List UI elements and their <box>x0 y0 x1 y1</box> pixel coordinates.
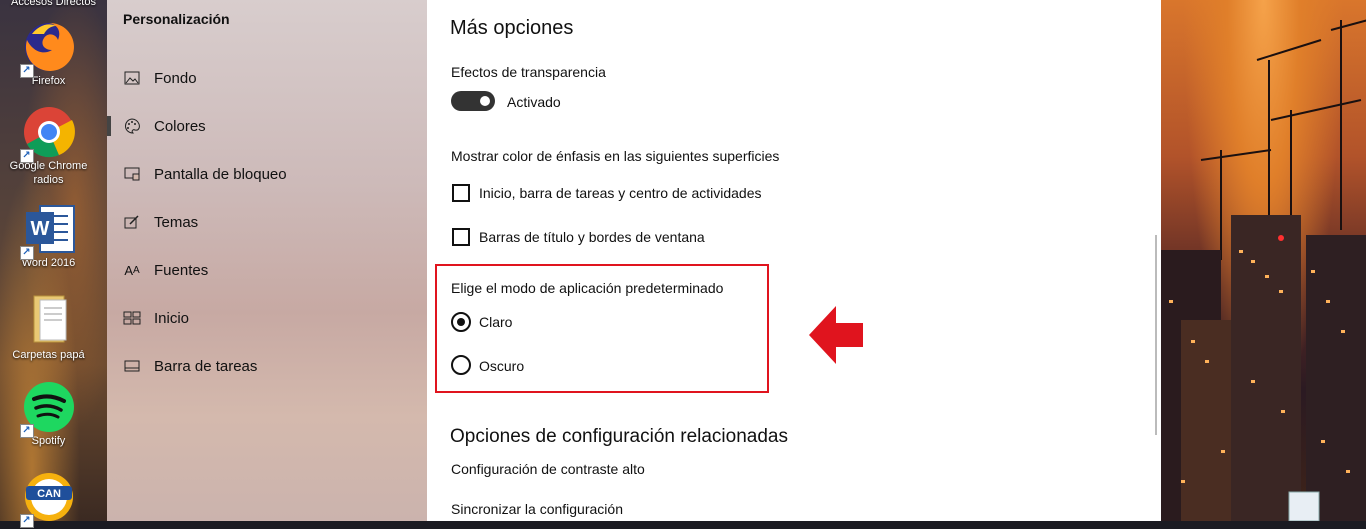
sidebar-item-inicio[interactable]: Inicio <box>107 298 427 338</box>
sidebar-title: Personalización <box>123 11 230 27</box>
transparency-toggle[interactable] <box>451 91 495 111</box>
folder-icon <box>22 294 76 348</box>
sync-settings-link[interactable]: Sincronizar la configuración <box>451 501 623 517</box>
font-icon: AA <box>124 262 140 278</box>
sidebar-item-label: Barra de tareas <box>154 357 258 375</box>
start-taskbar-checkbox-label[interactable]: Inicio, barra de tareas y centro de acti… <box>479 185 762 201</box>
desktop-shortcut-can[interactable]: CAN ↗ <box>0 470 97 528</box>
sidebar-item-pantalla-bloqueo[interactable]: Pantalla de bloqueo <box>107 154 427 194</box>
taskbar-icon <box>122 360 142 372</box>
brush-icon <box>122 214 142 230</box>
word-icon: W ↗ <box>19 202 76 260</box>
start-taskbar-checkbox[interactable] <box>452 184 470 202</box>
transparency-label: Efectos de transparencia <box>451 64 606 80</box>
desktop-shortcut-label: Google Chrome radios <box>0 159 97 187</box>
red-arrow-annotation <box>809 306 863 364</box>
shortcut-arrow-icon: ↗ <box>19 514 34 528</box>
svg-text:W: W <box>30 218 49 240</box>
desktop-shortcut-label: Word 2016 <box>21 257 76 269</box>
desktop-shortcut-firefox[interactable]: ↗ Firefox <box>0 20 97 88</box>
sidebar-item-colores[interactable]: Colores <box>107 106 427 146</box>
related-settings-heading: Opciones de configuración relacionadas <box>450 426 788 447</box>
desktop-shortcut-spotify[interactable]: ↗ Spotify <box>0 380 97 448</box>
settings-content: Más opciones Efectos de transparencia Ac… <box>427 0 1159 521</box>
desktop-shortcut-folder[interactable]: Carpetas papá <box>0 294 97 362</box>
transparency-state: Activado <box>507 94 561 110</box>
lock-screen-icon <box>122 167 142 181</box>
firefox-icon: ↗ <box>19 20 76 78</box>
dark-mode-radio[interactable] <box>451 355 471 375</box>
sidebar-item-temas[interactable]: Temas <box>107 202 427 242</box>
sidebar-item-label: Fuentes <box>154 261 209 279</box>
sidebar-item-fuentes[interactable]: AA Fuentes <box>107 250 427 290</box>
recycle-bin-icon <box>1288 491 1320 521</box>
city-skyline-image <box>1161 19 1366 521</box>
shortcut-arrow-icon: ↗ <box>19 149 34 163</box>
settings-sidebar: Personalización Fondo Colores Pantalla d… <box>107 0 427 521</box>
light-mode-radio[interactable] <box>451 312 471 332</box>
desktop-shortcut-label: Firefox <box>31 75 66 87</box>
sidebar-item-barra-tareas[interactable]: Barra de tareas <box>107 346 427 386</box>
shortcut-arrow-icon: ↗ <box>19 424 34 438</box>
svg-text:CAN: CAN <box>37 488 61 500</box>
desktop-shortcut-label: Carpetas papá <box>12 349 85 361</box>
desktop-folder-label: Accesos Directos <box>11 0 96 8</box>
desktop-shortcut-word[interactable]: W ↗ Word 2016 <box>0 202 97 270</box>
high-contrast-link[interactable]: Configuración de contraste alto <box>451 461 645 477</box>
spotify-icon: ↗ <box>19 380 76 438</box>
sidebar-item-label: Inicio <box>154 309 190 327</box>
more-options-heading: Más opciones <box>450 17 574 39</box>
can-icon: CAN ↗ <box>19 470 76 528</box>
palette-icon <box>122 118 142 134</box>
sidebar-item-label: Pantalla de bloqueo <box>154 165 287 183</box>
desktop-left: Accesos Directos ↗ Firefox ↗ Google Chro… <box>0 0 107 528</box>
sidebar-item-label: Fondo <box>154 69 197 87</box>
picture-icon <box>122 71 142 85</box>
sidebar-item-label: Colores <box>154 117 206 135</box>
desktop-wallpaper-right <box>1159 0 1366 521</box>
sidebar-item-fondo[interactable]: Fondo <box>107 58 427 98</box>
titlebars-checkbox-label[interactable]: Barras de título y bordes de ventana <box>479 229 705 245</box>
titlebars-checkbox[interactable] <box>452 228 470 246</box>
accent-surfaces-label: Mostrar color de énfasis en las siguient… <box>451 148 780 164</box>
light-mode-radio-label[interactable]: Claro <box>479 314 512 330</box>
app-mode-label: Elige el modo de aplicación predetermina… <box>451 280 724 296</box>
desktop-shortcut-label-line2: radios <box>33 174 64 186</box>
start-icon <box>122 311 142 325</box>
sidebar-item-label: Temas <box>154 213 199 231</box>
shortcut-arrow-icon: ↗ <box>19 64 34 78</box>
chrome-icon: ↗ <box>19 105 76 163</box>
dark-mode-radio-label[interactable]: Oscuro <box>479 358 524 374</box>
desktop-shortcut-label: Spotify <box>31 435 66 447</box>
content-scrollbar[interactable] <box>1155 235 1157 435</box>
shortcut-arrow-icon: ↗ <box>19 246 34 260</box>
desktop-shortcut-chrome[interactable]: ↗ Google Chrome radios <box>0 105 97 187</box>
